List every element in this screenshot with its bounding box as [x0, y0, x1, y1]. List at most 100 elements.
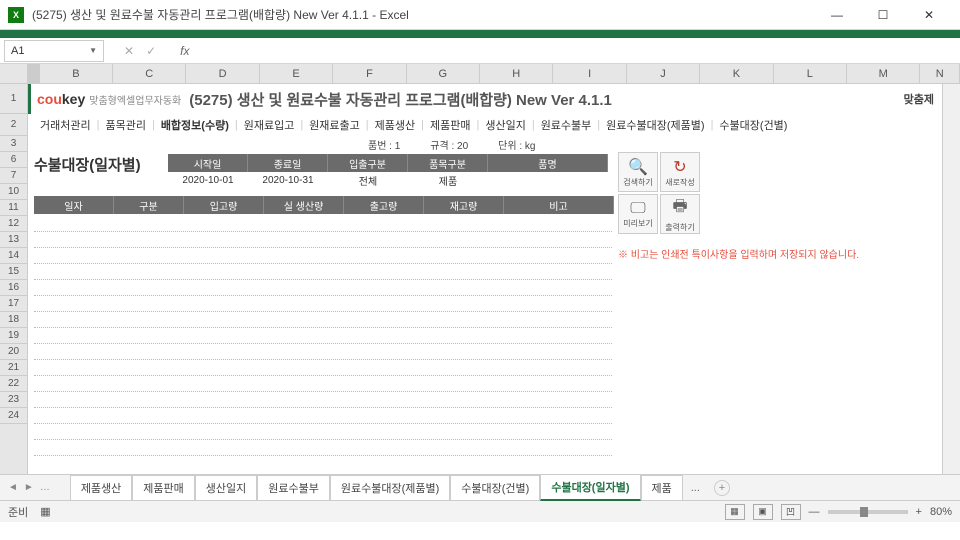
- tab-overflow[interactable]: ...: [683, 478, 708, 498]
- menu-item[interactable]: 제품생산: [369, 117, 421, 133]
- sheet-tab[interactable]: 제품판매: [132, 475, 194, 500]
- close-button[interactable]: ✕: [906, 0, 952, 30]
- menu-item[interactable]: 원료수불부: [535, 117, 598, 133]
- filter-category[interactable]: 제품: [408, 172, 488, 188]
- row-header[interactable]: 18: [0, 312, 27, 328]
- th-date: 일자: [34, 196, 114, 214]
- zoom-slider[interactable]: [828, 510, 908, 514]
- row-header[interactable]: 10: [0, 184, 27, 200]
- sheet-content[interactable]: coukey 맞춤형엑셀업무자동화 (5275) 생산 및 원료수불 자동관리 …: [28, 84, 942, 474]
- window-title: (5275) 생산 및 원료수불 자동관리 프로그램(배합량) New Ver …: [32, 6, 814, 23]
- col-header[interactable]: L: [774, 64, 847, 83]
- minimize-button[interactable]: —: [814, 0, 860, 30]
- row-header[interactable]: 20: [0, 344, 27, 360]
- maximize-button[interactable]: ☐: [860, 0, 906, 30]
- sheet-tab[interactable]: 제품생산: [70, 475, 132, 500]
- filter-head-category: 품목구분: [408, 154, 488, 172]
- col-header[interactable]: J: [627, 64, 700, 83]
- col-header[interactable]: E: [260, 64, 333, 83]
- brand-subtitle: 맞춤형엑셀업무자동화: [89, 92, 181, 107]
- view-normal-icon[interactable]: ▦: [725, 504, 745, 520]
- row-header[interactable]: 12: [0, 216, 27, 232]
- name-box[interactable]: A1 ▼: [4, 40, 104, 62]
- accept-formula-icon[interactable]: ✓: [146, 44, 156, 58]
- row-header[interactable]: 3: [0, 136, 27, 152]
- tab-more-icon[interactable]: …: [40, 482, 50, 493]
- note-text: ※ 비고는 인쇄전 특이사항을 입력하며 저장되지 않습니다.: [618, 246, 859, 261]
- cancel-formula-icon[interactable]: ✕: [124, 44, 134, 58]
- filter-name[interactable]: [488, 172, 608, 188]
- chevron-down-icon[interactable]: ▼: [89, 46, 97, 55]
- col-header[interactable]: F: [333, 64, 406, 83]
- row-header[interactable]: 2: [0, 114, 27, 136]
- menu-item[interactable]: 거래처관리: [34, 117, 97, 133]
- sheet-tab[interactable]: 수불대장(건별): [450, 475, 540, 500]
- tab-nav-next-icon[interactable]: ►: [24, 482, 34, 493]
- zoom-level[interactable]: 80%: [930, 506, 952, 518]
- menu-item[interactable]: 배합정보(수량): [155, 117, 235, 133]
- filter-start-date[interactable]: 2020-10-01: [168, 172, 248, 188]
- menu-item[interactable]: 수불대장(건별): [713, 117, 793, 133]
- col-header[interactable]: M: [847, 64, 920, 83]
- col-header[interactable]: N: [920, 64, 960, 83]
- row-header[interactable]: 15: [0, 264, 27, 280]
- window-controls: — ☐ ✕: [814, 0, 952, 30]
- filter-head-end: 종료일: [248, 154, 328, 172]
- menu-item[interactable]: 원료수불대장(제품별): [600, 117, 710, 133]
- print-button[interactable]: 🖶출력하기: [660, 194, 700, 234]
- tab-nav-first-icon[interactable]: ◄: [8, 482, 18, 493]
- info-unit: 단위 : kg: [498, 137, 535, 152]
- sheet-tab-active[interactable]: 수불대장(일자별): [540, 474, 640, 501]
- row-header[interactable]: 11: [0, 200, 27, 216]
- info-row: 품번 : 1 규격 : 20 단위 : kg: [28, 136, 942, 152]
- row-header[interactable]: 13: [0, 232, 27, 248]
- menu-item[interactable]: 원재료입고: [238, 117, 301, 133]
- search-button[interactable]: 🔍검색하기: [618, 152, 658, 192]
- col-header[interactable]: G: [407, 64, 480, 83]
- sheet-tab[interactable]: 제품: [641, 475, 683, 500]
- menu-item[interactable]: 품목관리: [99, 117, 151, 133]
- view-layout-icon[interactable]: ▣: [753, 504, 773, 520]
- row-header[interactable]: 24: [0, 408, 27, 424]
- row-header[interactable]: 1: [0, 84, 27, 114]
- col-header[interactable]: K: [700, 64, 773, 83]
- formula-bar-row: A1 ▼ ✕ ✓ fx: [0, 38, 960, 64]
- brand-right-label: 맞춤제: [904, 91, 934, 107]
- add-sheet-button[interactable]: +: [714, 480, 730, 496]
- brand-logo: coukey: [37, 91, 85, 107]
- select-all-corner[interactable]: [0, 64, 28, 83]
- row-header[interactable]: 14: [0, 248, 27, 264]
- row-header[interactable]: 17: [0, 296, 27, 312]
- row-header[interactable]: 7: [0, 168, 27, 184]
- col-header[interactable]: C: [113, 64, 186, 83]
- row-header[interactable]: 16: [0, 280, 27, 296]
- row-header[interactable]: 6: [0, 152, 27, 168]
- row-header[interactable]: 21: [0, 360, 27, 376]
- sheet-tab[interactable]: 생산일지: [195, 475, 257, 500]
- filter-end-date[interactable]: 2020-10-31: [248, 172, 328, 188]
- row-header[interactable]: 22: [0, 376, 27, 392]
- menu-item[interactable]: 원재료출고: [303, 117, 366, 133]
- ribbon-bar[interactable]: [0, 30, 960, 38]
- view-break-icon[interactable]: 凹: [781, 504, 801, 520]
- fx-icon[interactable]: fx: [180, 44, 189, 58]
- row-header[interactable]: 23: [0, 392, 27, 408]
- col-header[interactable]: B: [40, 64, 113, 83]
- filter-inout[interactable]: 전체: [328, 172, 408, 188]
- sheet-tab[interactable]: 원료수불대장(제품별): [330, 475, 450, 500]
- zoom-in-button[interactable]: +: [916, 506, 922, 518]
- section-title: 수불대장(일자별): [34, 154, 141, 175]
- menu-item[interactable]: 생산일지: [479, 117, 531, 133]
- menu-item[interactable]: 제품판매: [424, 117, 476, 133]
- col-header[interactable]: [28, 64, 40, 83]
- col-header[interactable]: D: [186, 64, 259, 83]
- sheet-tab[interactable]: 원료수불부: [257, 475, 330, 500]
- macro-record-icon[interactable]: ▦: [40, 505, 50, 518]
- preview-button[interactable]: 🖵미리보기: [618, 194, 658, 234]
- zoom-out-button[interactable]: —: [809, 506, 820, 518]
- vertical-scrollbar[interactable]: [942, 84, 960, 474]
- col-header[interactable]: H: [480, 64, 553, 83]
- row-header[interactable]: 19: [0, 328, 27, 344]
- col-header[interactable]: I: [553, 64, 626, 83]
- new-button[interactable]: ↻새로작성: [660, 152, 700, 192]
